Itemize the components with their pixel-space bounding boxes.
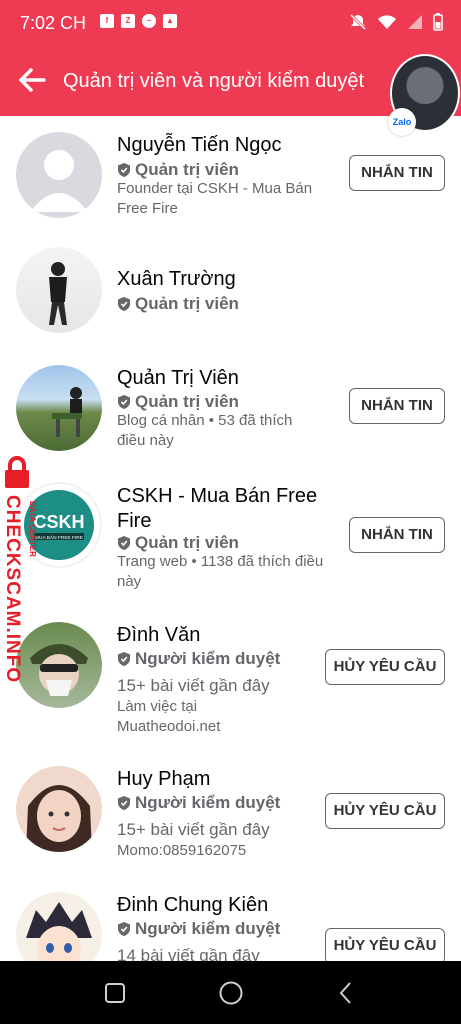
member-role: Quản trị viên <box>117 294 239 314</box>
role-label: Quản trị viên <box>135 160 239 179</box>
role-label: Quản trị viên <box>135 533 239 552</box>
gallery-icon: ▲ <box>163 14 177 28</box>
member-role: Quản trị viên <box>117 160 239 180</box>
avatar-photo <box>26 902 92 961</box>
avatar-photo <box>49 262 67 325</box>
navigation-bar <box>0 961 461 1024</box>
cancel-request-button[interactable]: HỦY YÊU CẦU <box>325 928 445 961</box>
page-title: Quản trị viên và người kiểm duyệt <box>63 70 365 92</box>
back-icon[interactable] <box>336 981 356 1005</box>
member-name[interactable]: Đinh Chung Kiên <box>117 894 268 917</box>
role-label: Quản trị viên <box>135 294 239 313</box>
member-name[interactable]: Nguyễn Tiến Ngọc <box>117 134 282 157</box>
member-name[interactable]: Đình Văn <box>117 624 200 647</box>
message-button[interactable]: NHẮN TIN <box>349 517 445 553</box>
system-icons <box>349 13 443 31</box>
member-role: Quản trị viên <box>117 392 239 412</box>
status-time: 7:02 CH <box>20 13 87 33</box>
status-bar: 7:02 CH f Z ~ ▲ <box>0 0 461 48</box>
avatar[interactable] <box>16 247 102 333</box>
watermark-text: CHECKSCAM.INFO <box>2 495 23 684</box>
role-label: Người kiểm duyệt <box>135 793 281 812</box>
avatar-photo <box>52 387 82 437</box>
wifi-icon <box>378 15 396 29</box>
cancel-request-button[interactable]: HỦY YÊU CẦU <box>325 649 445 685</box>
list-item[interactable]: Đình Văn Người kiểm duyệt 15+ bài viết g… <box>0 606 461 746</box>
signal-icon <box>408 15 422 29</box>
member-detail: Làm việc tại Muatheodoi.net <box>117 698 221 735</box>
member-detail: Momo:0859162075 <box>117 842 247 859</box>
member-name[interactable]: CSKH - Mua Bán Free Fire <box>117 484 327 534</box>
back-arrow-icon[interactable] <box>16 64 48 96</box>
person-placeholder-icon <box>30 150 88 212</box>
avatar[interactable] <box>16 892 102 961</box>
member-role: Quản trị viên <box>117 533 239 553</box>
member-activity: 15+ bài viết gần đây <box>117 820 270 839</box>
mute-icon <box>349 13 367 31</box>
zalo-icon: Z <box>121 14 135 28</box>
lock-icon <box>5 456 29 488</box>
avatar[interactable] <box>16 766 102 852</box>
member-list: Nguyễn Tiến Ngọc Quản trị viên Founder t… <box>0 116 461 961</box>
shield-icon <box>118 395 130 409</box>
battery-icon <box>433 13 443 31</box>
shield-icon <box>118 922 130 936</box>
member-activity: 15+ bài viết gần đây <box>117 676 270 695</box>
shield-icon <box>118 536 130 550</box>
avatar[interactable] <box>16 365 102 451</box>
member-name[interactable]: Quản Trị Viên <box>117 367 239 390</box>
message-button[interactable]: NHẮN TIN <box>349 388 445 424</box>
list-item[interactable]: Quản Trị Viên Quản trị viên Blog cá nhân… <box>0 349 461 464</box>
watermark-subtext: DATA CENTER <box>28 501 37 557</box>
list-item[interactable]: Xuân Trường Quản trị viên <box>0 231 461 346</box>
member-detail: Blog cá nhân • 53 đã thích điều này <box>117 412 293 449</box>
member-role: Người kiểm duyệt <box>117 919 280 939</box>
recent-apps-icon[interactable] <box>104 982 126 1004</box>
shield-icon <box>118 796 130 810</box>
list-item[interactable]: CSKH MUA BÁN FREE FIRE CSKH - Mua Bán Fr… <box>0 466 461 598</box>
role-label: Người kiểm duyệt <box>135 919 281 938</box>
member-role: Người kiểm duyệt <box>117 793 280 813</box>
messenger-icon: ~ <box>142 14 156 28</box>
facebook-icon: f <box>100 14 114 28</box>
avatar-default[interactable] <box>16 132 102 218</box>
list-item[interactable]: Nguyễn Tiến Ngọc Quản trị viên Founder t… <box>0 116 461 231</box>
member-detail: Founder tại CSKH - Mua Bán Free Fire <box>117 180 313 217</box>
role-label: Quản trị viên <box>135 392 239 411</box>
shield-icon <box>118 163 130 177</box>
member-detail: Trang web • 1138 đã thích điều này <box>117 553 324 590</box>
shield-icon <box>118 297 130 311</box>
list-item[interactable]: Huy Phạm Người kiểm duyệt 15+ bài viết g… <box>0 750 461 880</box>
member-role: Người kiểm duyệt <box>117 649 280 669</box>
avatar-photo <box>26 785 92 852</box>
watermark: CHECKSCAM.INFO DATA CENTER <box>0 455 44 683</box>
cancel-request-button[interactable]: HỦY YÊU CẦU <box>325 793 445 829</box>
member-name[interactable]: Huy Phạm <box>117 768 210 791</box>
member-name[interactable]: Xuân Trường <box>117 268 236 291</box>
notification-icons: f Z ~ ▲ <box>100 14 177 28</box>
list-item[interactable]: Đinh Chung Kiên Người kiểm duyệt 14 bài … <box>0 876 461 961</box>
home-icon[interactable] <box>218 980 244 1006</box>
member-activity: 14 bài viết gần đây <box>117 946 260 961</box>
message-button[interactable]: NHẮN TIN <box>349 155 445 191</box>
shield-icon <box>118 652 130 666</box>
role-label: Người kiểm duyệt <box>135 649 281 668</box>
